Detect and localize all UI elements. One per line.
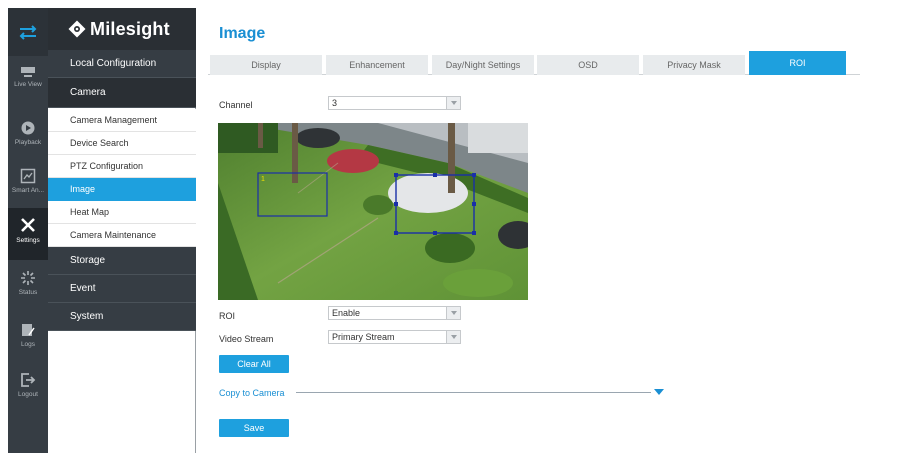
video-stream-label: Video Stream: [219, 334, 274, 344]
tab-display[interactable]: Display: [210, 55, 322, 75]
channel-select[interactable]: 3: [328, 96, 461, 110]
main-content: Image Display Enhancement Day/Night Sett…: [198, 8, 906, 453]
chevron-down-icon: [446, 331, 460, 343]
status-icon: [21, 271, 35, 285]
roi-label: ROI: [219, 311, 236, 321]
video-stream-select[interactable]: Primary Stream: [328, 330, 461, 344]
chevron-down-icon: [446, 97, 460, 109]
channel-label: Channel: [219, 100, 253, 110]
video-stream-value: Primary Stream: [332, 332, 395, 342]
rail-label: Settings: [16, 237, 40, 244]
settings-menu: Milesight Local Configuration Camera Cam…: [48, 8, 196, 453]
menu-item-ptz-configuration[interactable]: PTZ Configuration: [48, 155, 196, 178]
rail-status[interactable]: Status: [8, 262, 48, 318]
roi-select[interactable]: Enable: [328, 306, 461, 320]
logs-icon: [22, 324, 35, 336]
brand-header: Milesight: [48, 8, 196, 50]
chevron-down-icon: [446, 307, 460, 319]
playback-icon: [21, 121, 35, 135]
monitor-icon: [21, 67, 35, 77]
menu-item-image[interactable]: Image: [48, 178, 196, 201]
copy-to-camera-link[interactable]: Copy to Camera: [219, 388, 285, 398]
roi-region-number: 1: [261, 176, 265, 183]
brand-name: Milesight: [90, 19, 170, 39]
tab-osd[interactable]: OSD: [537, 55, 639, 75]
tab-roi[interactable]: ROI: [749, 51, 846, 75]
menu-item-device-search[interactable]: Device Search: [48, 132, 196, 155]
smart-analytics-icon: [20, 168, 36, 184]
icon-rail: Live View Playback Smart An... Settings …: [8, 8, 48, 453]
tab-privacy-mask[interactable]: Privacy Mask: [643, 55, 745, 75]
menu-camera[interactable]: Camera: [48, 78, 196, 108]
rail-settings[interactable]: Settings: [8, 208, 48, 260]
menu-storage[interactable]: Storage: [48, 247, 196, 275]
menu-system[interactable]: System: [48, 303, 196, 331]
rail-label: Smart An...: [11, 187, 45, 194]
page-title: Image: [219, 25, 266, 42]
rail-logout[interactable]: Logout: [8, 364, 48, 420]
rail-label: Logs: [20, 341, 36, 348]
camera-snapshot: 1: [218, 123, 528, 300]
tab-enhancement[interactable]: Enhancement: [326, 55, 428, 75]
rail-label: Playback: [14, 139, 42, 146]
roi-value: Enable: [332, 308, 361, 318]
settings-tools-icon: [21, 218, 35, 232]
menu-item-camera-management[interactable]: Camera Management: [48, 109, 196, 132]
divider: [296, 392, 651, 393]
rail-label: Logout: [18, 391, 38, 398]
channel-value: 3: [332, 98, 338, 108]
menu-arrows-icon: [19, 25, 37, 40]
camera-preview[interactable]: 1: [218, 123, 528, 300]
rail-logs[interactable]: Logs: [8, 314, 48, 370]
rail-live-view[interactable]: Live View: [8, 56, 48, 112]
menu-item-heat-map[interactable]: Heat Map: [48, 201, 196, 224]
menu-event[interactable]: Event: [48, 275, 196, 303]
menu-item-camera-maintenance[interactable]: Camera Maintenance: [48, 224, 196, 247]
save-button[interactable]: Save: [219, 419, 289, 437]
tab-bar: Display Enhancement Day/Night Settings O…: [208, 51, 860, 75]
rail-label: Live View: [14, 81, 42, 88]
menu-local-configuration[interactable]: Local Configuration: [48, 50, 196, 78]
tab-day-night-settings[interactable]: Day/Night Settings: [432, 55, 534, 75]
expand-arrow-icon[interactable]: [654, 389, 664, 395]
rail-label: Status: [18, 289, 38, 296]
rail-toggle[interactable]: [8, 8, 48, 56]
clear-all-button[interactable]: Clear All: [219, 355, 289, 373]
milesight-logo-icon: [68, 20, 86, 38]
logout-icon: [21, 373, 36, 387]
